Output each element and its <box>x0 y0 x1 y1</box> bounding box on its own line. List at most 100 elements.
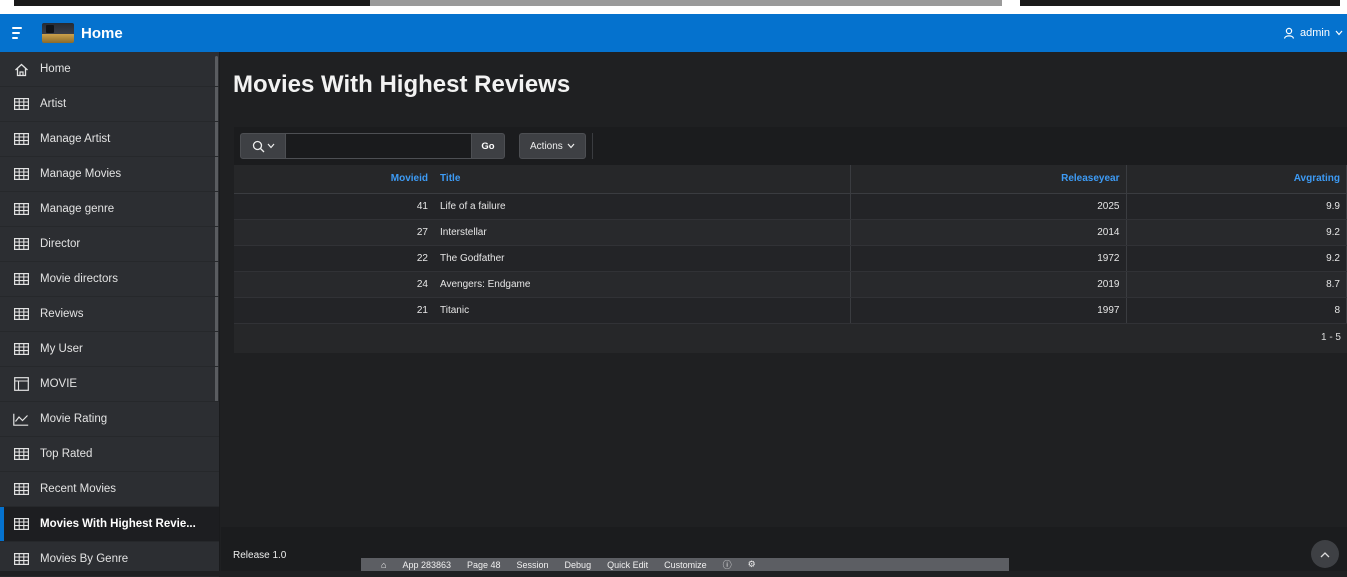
user-name: admin <box>1300 27 1330 39</box>
sidebar-item-my-user[interactable]: My User <box>0 332 219 367</box>
table-icon <box>13 272 29 286</box>
home-icon <box>13 63 29 77</box>
cell-releaseyear: 1997 <box>850 297 1127 324</box>
sidebar-item-label: Movie Rating <box>40 413 108 425</box>
sidebar-item-movies-by-genre[interactable]: Movies By Genre <box>0 542 219 577</box>
scroll-to-top-button[interactable] <box>1311 540 1339 568</box>
chevron-down-icon <box>267 143 274 149</box>
cell-releaseyear: 2025 <box>850 193 1127 220</box>
table-row: 21 Titanic 1997 8 <box>234 297 1347 324</box>
dev-home-icon[interactable]: ⌂ <box>381 560 386 570</box>
top-strip-segment <box>1020 0 1340 6</box>
table-row: 22 The Godfather 1972 9.2 <box>234 245 1347 272</box>
actions-label: Actions <box>530 140 563 152</box>
table-icon <box>13 517 29 531</box>
cell-releaseyear: 2014 <box>850 219 1127 246</box>
chevron-down-icon <box>567 143 575 149</box>
report-toolbar: Go Actions <box>234 127 1347 165</box>
cell-avgrating: 9.9 <box>1126 193 1347 220</box>
cell-movieid: 21 <box>234 297 434 324</box>
go-button[interactable]: Go <box>471 133 505 159</box>
top-strip-segment <box>370 0 1002 6</box>
table-row: 41 Life of a failure 2025 9.9 <box>234 193 1347 220</box>
cell-avgrating: 8 <box>1126 297 1347 324</box>
table-icon <box>13 202 29 216</box>
table-icon <box>13 97 29 111</box>
table-icon <box>13 132 29 146</box>
sidebar-item-label: My User <box>40 343 83 355</box>
cell-movieid: 22 <box>234 245 434 272</box>
search-input[interactable] <box>286 133 471 159</box>
search-bar: Go <box>240 133 505 159</box>
sidebar-item-home[interactable]: Home <box>0 52 219 87</box>
sidebar-item-top-rated[interactable]: Top Rated <box>0 437 219 472</box>
dev-customize-link[interactable]: Customize <box>664 560 707 570</box>
cell-avgrating: 9.2 <box>1126 245 1347 272</box>
cell-title: Avengers: Endgame <box>434 271 851 298</box>
table-icon <box>13 237 29 251</box>
sidebar-item-movie[interactable]: MOVIE <box>0 367 219 402</box>
column-header-avgrating[interactable]: Avgrating <box>1126 165 1347 194</box>
cell-avgrating: 9.2 <box>1126 219 1347 246</box>
menu-toggle-icon[interactable] <box>12 22 34 44</box>
sidebar-item-movies-with-highest-revie[interactable]: Movies With Highest Revie... <box>0 507 219 542</box>
sidebar-item-label: Manage genre <box>40 203 115 215</box>
page-footer: Release 1.0 ⌂ App 283863 Page 48 Session… <box>221 527 1347 571</box>
cell-title: Interstellar <box>434 219 851 246</box>
table-icon <box>13 342 29 356</box>
app-title[interactable]: Home <box>81 25 123 42</box>
sidebar-item-label: Movies With Highest Revie... <box>40 518 196 530</box>
sidebar-item-label: Artist <box>40 98 67 110</box>
dev-debug-link[interactable]: Debug <box>565 560 592 570</box>
actions-button[interactable]: Actions <box>519 133 586 159</box>
user-icon <box>1283 27 1295 39</box>
sidebar-item-manage-artist[interactable]: Manage Artist <box>0 122 219 157</box>
chevron-down-icon <box>1335 30 1343 36</box>
dev-app-link[interactable]: App 283863 <box>402 560 451 570</box>
browser-top-strip <box>0 0 1347 14</box>
report-table: Movieid Title Releaseyear Avgrating 41 Li… <box>234 165 1347 324</box>
cell-movieid: 24 <box>234 271 434 298</box>
cell-releaseyear: 1972 <box>850 245 1127 272</box>
cell-title: The Godfather <box>434 245 851 272</box>
sidebar-item-artist[interactable]: Artist <box>0 87 219 122</box>
layout-icon <box>13 377 29 391</box>
table-icon <box>13 482 29 496</box>
table-icon <box>13 552 29 566</box>
sidebar-item-label: Recent Movies <box>40 483 117 495</box>
developer-toolbar: ⌂ App 283863 Page 48 Session Debug Quick… <box>361 558 1009 571</box>
sidebar-item-recent-movies[interactable]: Recent Movies <box>0 472 219 507</box>
cell-releaseyear: 2019 <box>850 271 1127 298</box>
sidebar-item-manage-movies[interactable]: Manage Movies <box>0 157 219 192</box>
dev-quick-edit-link[interactable]: Quick Edit <box>607 560 648 570</box>
top-strip-segment <box>14 0 370 6</box>
sidebar-item-manage-genre[interactable]: Manage genre <box>0 192 219 227</box>
sidebar-item-reviews[interactable]: Reviews <box>0 297 219 332</box>
dev-page-link[interactable]: Page 48 <box>467 560 501 570</box>
user-menu[interactable]: admin <box>1283 14 1343 52</box>
table-icon <box>13 447 29 461</box>
dev-info-icon[interactable]: ⓘ <box>723 558 732 571</box>
cell-title: Titanic <box>434 297 851 324</box>
dev-settings-icon[interactable]: ⚙ <box>748 559 756 570</box>
column-header-movieid[interactable]: Movieid <box>234 165 434 194</box>
dev-session-link[interactable]: Session <box>517 560 549 570</box>
cell-movieid: 27 <box>234 219 434 246</box>
search-icon <box>252 140 264 152</box>
column-header-title[interactable]: Title <box>434 165 851 194</box>
sidebar-item-label: Director <box>40 238 81 250</box>
chevron-up-icon <box>1320 551 1330 557</box>
pagination-info: 1 - 5 <box>234 323 1347 352</box>
sidebar-item-movie-directors[interactable]: Movie directors <box>0 262 219 297</box>
sidebar-item-director[interactable]: Director <box>0 227 219 262</box>
sidebar-item-label: MOVIE <box>40 378 78 390</box>
sidebar: Home Artist Manage Artist Manage Movies Mana… <box>0 52 220 577</box>
page-title: Movies With Highest Reviews <box>233 71 571 98</box>
table-icon <box>13 167 29 181</box>
sidebar-item-label: Home <box>40 63 71 75</box>
search-column-button[interactable] <box>240 133 286 159</box>
column-header-releaseyear[interactable]: Releaseyear <box>850 165 1127 194</box>
app-logo[interactable] <box>42 23 74 43</box>
sidebar-item-label: Movie directors <box>40 273 118 285</box>
sidebar-item-movie-rating[interactable]: Movie Rating <box>0 402 219 437</box>
